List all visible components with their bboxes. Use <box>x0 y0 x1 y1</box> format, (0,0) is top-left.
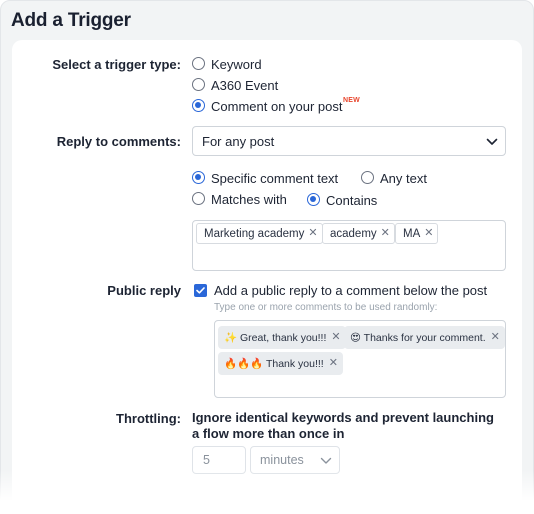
throttle-unit-value: minutes <box>260 453 304 467</box>
radio-any-text-label[interactable]: Any text <box>380 171 427 186</box>
close-icon[interactable]: ✕ <box>329 358 338 369</box>
page-title: Add a Trigger <box>11 10 131 31</box>
post-scope-value: For any post <box>202 134 275 149</box>
trigger-type-label: Select a trigger type: <box>52 57 181 72</box>
radio-a360-event[interactable] <box>192 78 205 91</box>
chevron-down-icon <box>320 457 332 464</box>
radio-comment-on-post[interactable] <box>192 99 205 112</box>
radio-keyword[interactable] <box>192 57 205 70</box>
throttle-unit-select[interactable]: minutes <box>250 446 340 474</box>
close-icon[interactable]: ✕ <box>331 332 340 343</box>
keyword-tag-label: MA <box>403 227 421 240</box>
public-reply-hint: Type one or more comments to be used ran… <box>214 302 438 313</box>
reply-comment-text: 😍 Thanks for your comment. <box>350 331 486 344</box>
radio-contains[interactable] <box>307 193 320 206</box>
keyword-tag: academy ✕ <box>322 223 395 244</box>
throttling-label: Throttling: <box>116 411 181 426</box>
close-icon[interactable]: ✕ <box>381 228 390 239</box>
reply-comment-chip: 🔥🔥🔥 Thank you!!! ✕ <box>218 352 343 375</box>
radio-any-text[interactable] <box>361 171 374 184</box>
close-icon[interactable]: ✕ <box>491 332 500 343</box>
new-badge: NEW <box>343 97 360 104</box>
keyword-tag: MA ✕ <box>395 223 439 244</box>
keyword-tag-label: Marketing academy <box>204 227 305 240</box>
radio-keyword-label[interactable]: Keyword <box>211 57 262 72</box>
reply-comment-chip: ✨ Great, thank you!!! ✕ <box>218 326 346 349</box>
close-icon[interactable]: ✕ <box>308 228 317 239</box>
radio-a360-event-label[interactable]: A360 Event <box>211 78 278 93</box>
reply-comment-chip: 😍 Thanks for your comment. ✕ <box>344 326 505 349</box>
radio-specific-text[interactable] <box>192 171 205 184</box>
public-reply-checkbox-label[interactable]: Add a public reply to a comment below th… <box>214 283 487 298</box>
keyword-tag: Marketing academy ✕ <box>196 223 323 244</box>
radio-matches-with-label[interactable]: Matches with <box>211 192 287 207</box>
radio-contains-label[interactable]: Contains <box>326 193 377 208</box>
radio-matches-with[interactable] <box>192 192 205 205</box>
throttle-value: 5 <box>203 453 210 467</box>
reply-comment-text: 🔥🔥🔥 Thank you!!! <box>224 358 324 370</box>
post-scope-select[interactable]: For any post <box>192 126 506 156</box>
throttling-description-line2: a flow more than once in <box>192 426 345 441</box>
public-reply-label: Public reply <box>107 283 181 298</box>
keyword-tag-label: academy <box>330 227 377 240</box>
radio-specific-text-label[interactable]: Specific comment text <box>211 171 338 186</box>
throttling-description-line1: Ignore identical keywords and prevent la… <box>192 410 494 425</box>
close-icon[interactable]: ✕ <box>424 228 433 239</box>
reply-to-comments-label: Reply to comments: <box>56 134 181 149</box>
radio-comment-on-post-label[interactable]: Comment on your post <box>211 99 343 114</box>
public-reply-checkbox[interactable] <box>194 284 207 297</box>
reply-comment-text: ✨ Great, thank you!!! <box>224 332 327 344</box>
chevron-down-icon <box>486 138 498 145</box>
throttle-value-input[interactable]: 5 <box>192 446 246 474</box>
check-icon <box>196 287 205 294</box>
